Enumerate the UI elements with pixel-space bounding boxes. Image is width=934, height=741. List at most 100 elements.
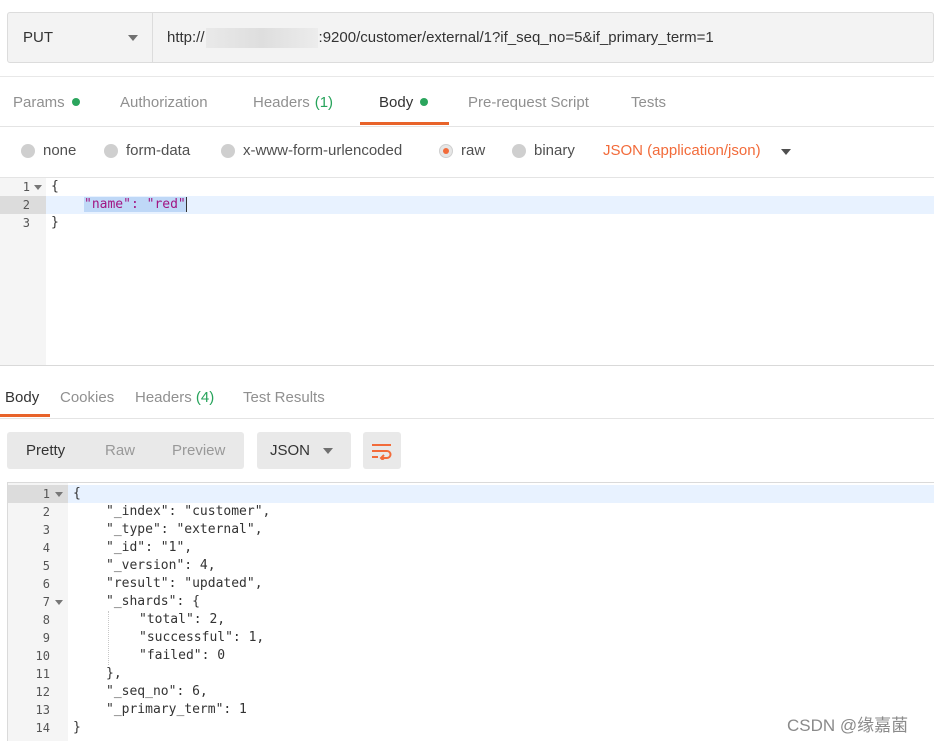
pretty-button[interactable]: Pretty — [26, 442, 65, 459]
url-host-redacted — [205, 27, 318, 48]
wrap-lines-button[interactable] — [363, 432, 401, 469]
content-type-select[interactable]: JSON (application/json) — [603, 142, 761, 159]
tab-body[interactable]: Body — [379, 77, 429, 127]
active-response-tab-underline — [0, 414, 50, 417]
line-number: 2 — [42, 505, 50, 519]
fold-arrow-icon[interactable] — [55, 492, 63, 497]
preview-button[interactable]: Preview — [172, 442, 225, 459]
line-number: 5 — [42, 559, 50, 573]
line-number: 8 — [42, 613, 50, 627]
tab-pre-request-label: Pre-request Script — [468, 93, 589, 111]
tab-pre-request-script[interactable]: Pre-request Script — [468, 77, 589, 127]
code-text: "_index": "customer", — [106, 504, 271, 519]
radio-urlencoded-label: x-www-form-urlencoded — [243, 142, 403, 159]
line-number: 7 — [42, 595, 50, 609]
radio-urlencoded[interactable]: x-www-form-urlencoded — [221, 142, 402, 159]
line-number: 11 — [35, 667, 50, 681]
format-select[interactable]: JSON — [257, 432, 351, 469]
code-text: "_primary_term": 1 — [106, 702, 247, 717]
line-number: 14 — [35, 721, 50, 735]
code-line: 3 "_type": "external", — [8, 521, 934, 539]
chevron-down-icon[interactable] — [781, 149, 791, 155]
tab-headers-count: (1) — [314, 93, 334, 111]
response-tab-headers[interactable]: Headers (4) — [135, 389, 214, 406]
code-text: "failed": 0 — [139, 648, 226, 663]
raw-button[interactable]: Raw — [105, 442, 135, 459]
radio-icon — [221, 143, 235, 158]
url-suffix: :9200/customer/external/1?if_seq_no=5&if… — [318, 29, 714, 46]
code-text: "total": 2, — [139, 612, 226, 627]
line-number: 3 — [42, 523, 50, 537]
chevron-down-icon — [323, 447, 333, 454]
tab-params-label: Params — [13, 93, 65, 111]
line-number: 4 — [42, 541, 50, 555]
line-number: 1 — [42, 487, 50, 501]
response-tab-headers-count: (4) — [195, 389, 215, 406]
radio-none[interactable]: none — [21, 142, 76, 159]
response-tabs: Body Cookies Headers (4) Test Results — [0, 378, 934, 419]
fold-arrow-icon[interactable] — [34, 185, 42, 190]
code-line: 5 "_version": 4, — [8, 557, 934, 575]
tab-authorization-label: Authorization — [120, 93, 208, 111]
radio-form-data-label: form-data — [126, 142, 191, 159]
response-tab-body[interactable]: Body — [5, 389, 39, 406]
code-text: }, — [106, 666, 122, 681]
radio-raw-label: raw — [461, 142, 486, 159]
line-number: 3 — [22, 216, 30, 230]
view-mode-group: Pretty Raw Preview — [7, 432, 244, 469]
body-type-selector: none form-data x-www-form-urlencoded raw… — [0, 128, 934, 178]
params-indicator-dot — [71, 98, 80, 106]
response-body-viewer[interactable]: 1 { 2 "_index": "customer", 3 "_type": "… — [7, 482, 934, 741]
code-line: 1 { — [0, 178, 934, 196]
response-tab-test-results[interactable]: Test Results — [243, 389, 325, 406]
code-text: { — [51, 179, 59, 194]
code-text: "successful": 1, — [139, 630, 265, 645]
active-tab-underline — [360, 122, 449, 125]
tab-authorization[interactable]: Authorization — [120, 77, 208, 127]
selected-json-text: "name": "red" — [84, 197, 186, 212]
code-text: "result": "updated", — [106, 576, 263, 591]
tab-params[interactable]: Params — [13, 77, 80, 127]
text-cursor — [185, 197, 187, 212]
code-line: 3 } — [0, 214, 934, 232]
tab-body-label: Body — [379, 93, 414, 111]
line-number: 1 — [22, 180, 30, 194]
url-input[interactable]: http:// :9200/customer/external/1?if_seq… — [153, 13, 933, 62]
code-text: "_version": 4, — [106, 558, 216, 573]
tab-tests[interactable]: Tests — [631, 77, 666, 127]
line-number: 2 — [22, 198, 30, 212]
code-text: "_id": "1", — [106, 540, 193, 555]
response-tab-cookies[interactable]: Cookies — [60, 389, 114, 406]
fold-arrow-icon[interactable] — [55, 600, 63, 605]
code-line: 4 "_id": "1", — [8, 539, 934, 557]
code-text: "name": "red" — [84, 196, 187, 214]
code-line: 9 "successful": 1, — [8, 629, 934, 647]
radio-binary[interactable]: binary — [512, 142, 575, 159]
method-select[interactable]: PUT — [8, 13, 153, 62]
code-line: 7 "_shards": { — [8, 593, 934, 611]
request-tabs: Params Authorization Headers (1) Body Pr… — [0, 76, 934, 127]
response-tab-headers-label: Headers — [135, 389, 192, 406]
tab-headers[interactable]: Headers (1) — [253, 77, 333, 127]
wrap-lines-icon — [372, 443, 392, 460]
code-line: 2 "name": "red" — [0, 196, 934, 214]
request-body-editor[interactable]: 1 { 2 "name": "red" 3 } — [0, 178, 934, 366]
method-label: PUT — [23, 29, 53, 46]
format-label: JSON — [270, 442, 311, 459]
code-text: "_type": "external", — [106, 522, 263, 537]
code-text: "_seq_no": 6, — [106, 684, 208, 699]
code-line: 11 }, — [8, 665, 934, 683]
radio-raw[interactable]: raw — [439, 142, 485, 159]
url-prefix: http:// — [167, 29, 205, 46]
line-number: 12 — [35, 685, 50, 699]
radio-icon — [21, 143, 35, 158]
line-number: 6 — [42, 577, 50, 591]
code-line: 6 "result": "updated", — [8, 575, 934, 593]
code-line: 2 "_index": "customer", — [8, 503, 934, 521]
code-text: } — [73, 720, 81, 735]
radio-form-data[interactable]: form-data — [104, 142, 190, 159]
code-text: "_shards": { — [106, 594, 200, 609]
code-text: { — [73, 486, 81, 501]
radio-icon — [512, 143, 526, 158]
radio-none-label: none — [43, 142, 77, 159]
